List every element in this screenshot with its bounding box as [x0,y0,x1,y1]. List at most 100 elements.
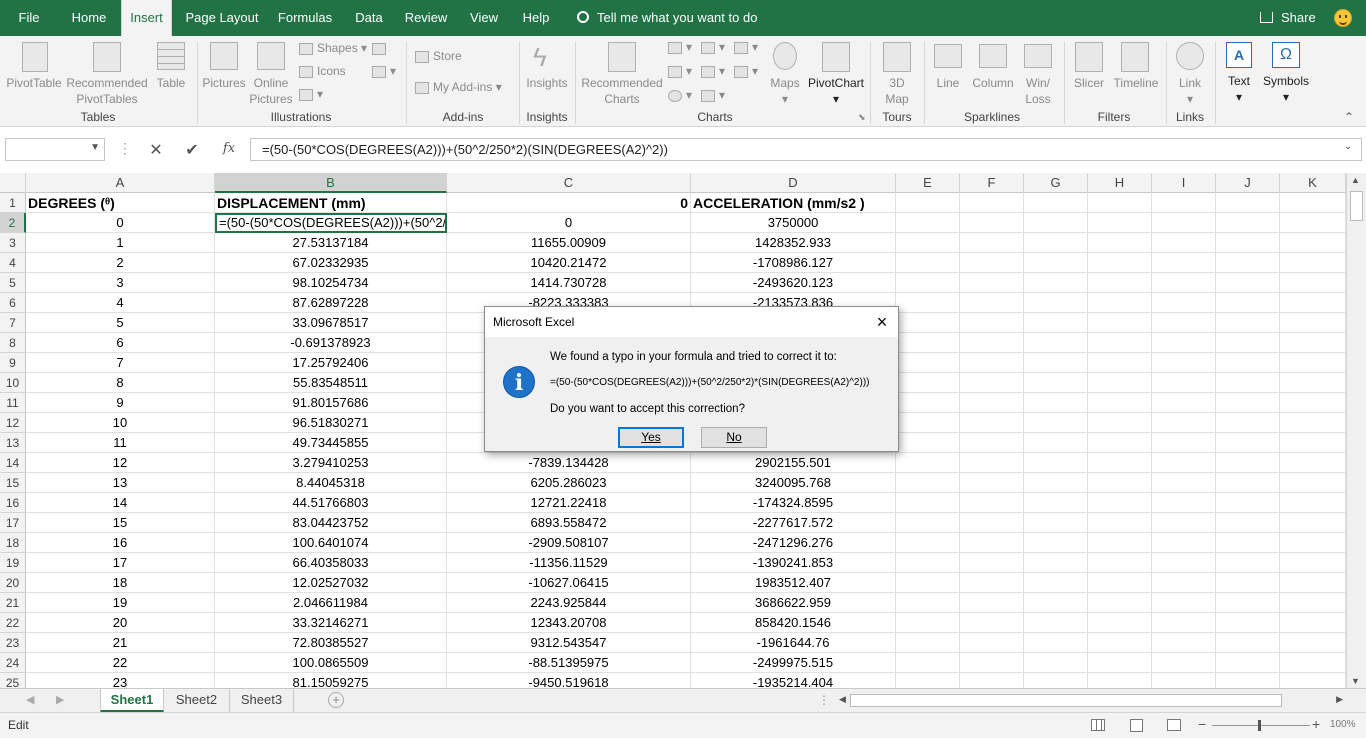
insert-function-icon[interactable]: fx [219,141,239,156]
empty-cell[interactable] [1152,193,1216,213]
cell-a17[interactable]: 15 [26,513,215,533]
row-header[interactable]: 25 [0,673,26,688]
cell-a10[interactable]: 8 [26,373,215,393]
empty-cell[interactable] [960,413,1024,433]
tab-view[interactable]: View [462,0,506,36]
cell-d23[interactable]: -1961644.76 [691,633,896,653]
scroll-down-icon[interactable]: ▼ [1351,676,1360,686]
my-addins-button[interactable]: My Add-ins ▾ [415,80,502,94]
empty-cell[interactable] [1152,353,1216,373]
empty-cell[interactable] [960,233,1024,253]
cell-d18[interactable]: -2471296.276 [691,533,896,553]
empty-cell[interactable] [960,633,1024,653]
empty-cell[interactable] [1088,653,1152,673]
cell-c24[interactable]: -88.51395975 [447,653,691,673]
row-header[interactable]: 21 [0,593,26,613]
empty-cell[interactable] [960,313,1024,333]
tab-home[interactable]: Home [64,0,114,36]
vertical-scrollbar[interactable]: ▲ ▼ [1346,173,1366,688]
charts-dialog-launcher-icon[interactable]: ⬊ [858,112,866,123]
empty-cell[interactable] [896,653,960,673]
empty-cell[interactable] [1216,653,1280,673]
column-chart-button[interactable]: ▾ [668,40,692,54]
empty-cell[interactable] [1024,413,1088,433]
statistic-chart-button[interactable]: ▾ [701,64,725,78]
cell-a5[interactable]: 3 [26,273,215,293]
tell-me-search[interactable]: Tell me what you want to do [577,0,757,36]
cell-d14[interactable]: 2902155.501 [691,453,896,473]
cell-d19[interactable]: -1390241.853 [691,553,896,573]
cell-b6[interactable]: 87.62897228 [215,293,447,313]
cell-d16[interactable]: -174324.8595 [691,493,896,513]
row-header[interactable]: 3 [0,233,26,253]
empty-cell[interactable] [1152,273,1216,293]
page-break-view-icon[interactable] [1167,719,1181,731]
empty-cell[interactable] [960,353,1024,373]
no-button[interactable]: No [701,427,767,448]
empty-cell[interactable] [896,473,960,493]
empty-cell[interactable] [1152,393,1216,413]
empty-cell[interactable] [1024,433,1088,453]
tab-file[interactable]: File [6,0,52,36]
column-header-b[interactable]: B [215,173,447,193]
tab-split-handle[interactable]: ⋮ [818,693,830,707]
combo-chart-button[interactable]: ▾ [734,64,758,78]
empty-cell[interactable] [1280,353,1346,373]
empty-cell[interactable] [1152,513,1216,533]
empty-cell[interactable] [1216,293,1280,313]
smartart-button[interactable] [372,41,390,55]
cell-d25[interactable]: -1935214.404 [691,673,896,688]
cell-d4[interactable]: -1708986.127 [691,253,896,273]
empty-cell[interactable] [1088,333,1152,353]
empty-cell[interactable] [1280,513,1346,533]
cell-b18[interactable]: 100.6401074 [215,533,447,553]
empty-cell[interactable] [1152,613,1216,633]
empty-cell[interactable] [1024,613,1088,633]
empty-cell[interactable] [896,273,960,293]
cell-b22[interactable]: 33.32146271 [215,613,447,633]
normal-view-icon[interactable] [1091,719,1105,731]
empty-cell[interactable] [1280,653,1346,673]
empty-cell[interactable] [1216,593,1280,613]
waterfall-chart-button[interactable]: ▾ [734,40,758,54]
empty-cell[interactable] [1088,293,1152,313]
empty-cell[interactable] [1088,473,1152,493]
row-header[interactable]: 18 [0,533,26,553]
empty-cell[interactable] [1088,673,1152,688]
cell-a8[interactable]: 6 [26,333,215,353]
chevron-down-icon[interactable]: ▼ [90,142,100,153]
empty-cell[interactable] [1024,273,1088,293]
cell-b15[interactable]: 8.44045318 [215,473,447,493]
line-sparkline-button[interactable]: Line [928,75,968,91]
empty-cell[interactable] [1216,373,1280,393]
empty-cell[interactable] [960,433,1024,453]
symbols-button[interactable]: Symbols ▾ [1260,73,1312,105]
empty-cell[interactable] [1152,413,1216,433]
cell-d21[interactable]: 3686622.959 [691,593,896,613]
row-header[interactable]: 23 [0,633,26,653]
empty-cell[interactable] [960,193,1024,213]
cell-c19[interactable]: -11356.11529 [447,553,691,573]
cell-a20[interactable]: 18 [26,573,215,593]
select-all-corner[interactable] [0,173,26,193]
empty-cell[interactable] [896,313,960,333]
empty-cell[interactable] [1152,213,1216,233]
empty-cell[interactable] [1152,293,1216,313]
pivottable-button[interactable]: PivotTable [2,75,66,91]
empty-cell[interactable] [1152,313,1216,333]
recommended-charts-button[interactable]: Recommended Charts [580,75,664,107]
tab-review[interactable]: Review [399,0,453,36]
empty-cell[interactable] [896,573,960,593]
empty-cell[interactable] [960,373,1024,393]
column-header-g[interactable]: G [1024,173,1088,193]
empty-cell[interactable] [1088,213,1152,233]
cell-b5[interactable]: 98.10254734 [215,273,447,293]
cell-b1[interactable]: DISPLACEMENT (mm) [215,193,447,213]
empty-cell[interactable] [1024,533,1088,553]
empty-cell[interactable] [1024,573,1088,593]
tab-page-layout[interactable]: Page Layout [180,0,264,36]
slicer-button[interactable]: Slicer [1068,75,1110,91]
empty-cell[interactable] [1152,333,1216,353]
row-header[interactable]: 24 [0,653,26,673]
empty-cell[interactable] [1024,473,1088,493]
